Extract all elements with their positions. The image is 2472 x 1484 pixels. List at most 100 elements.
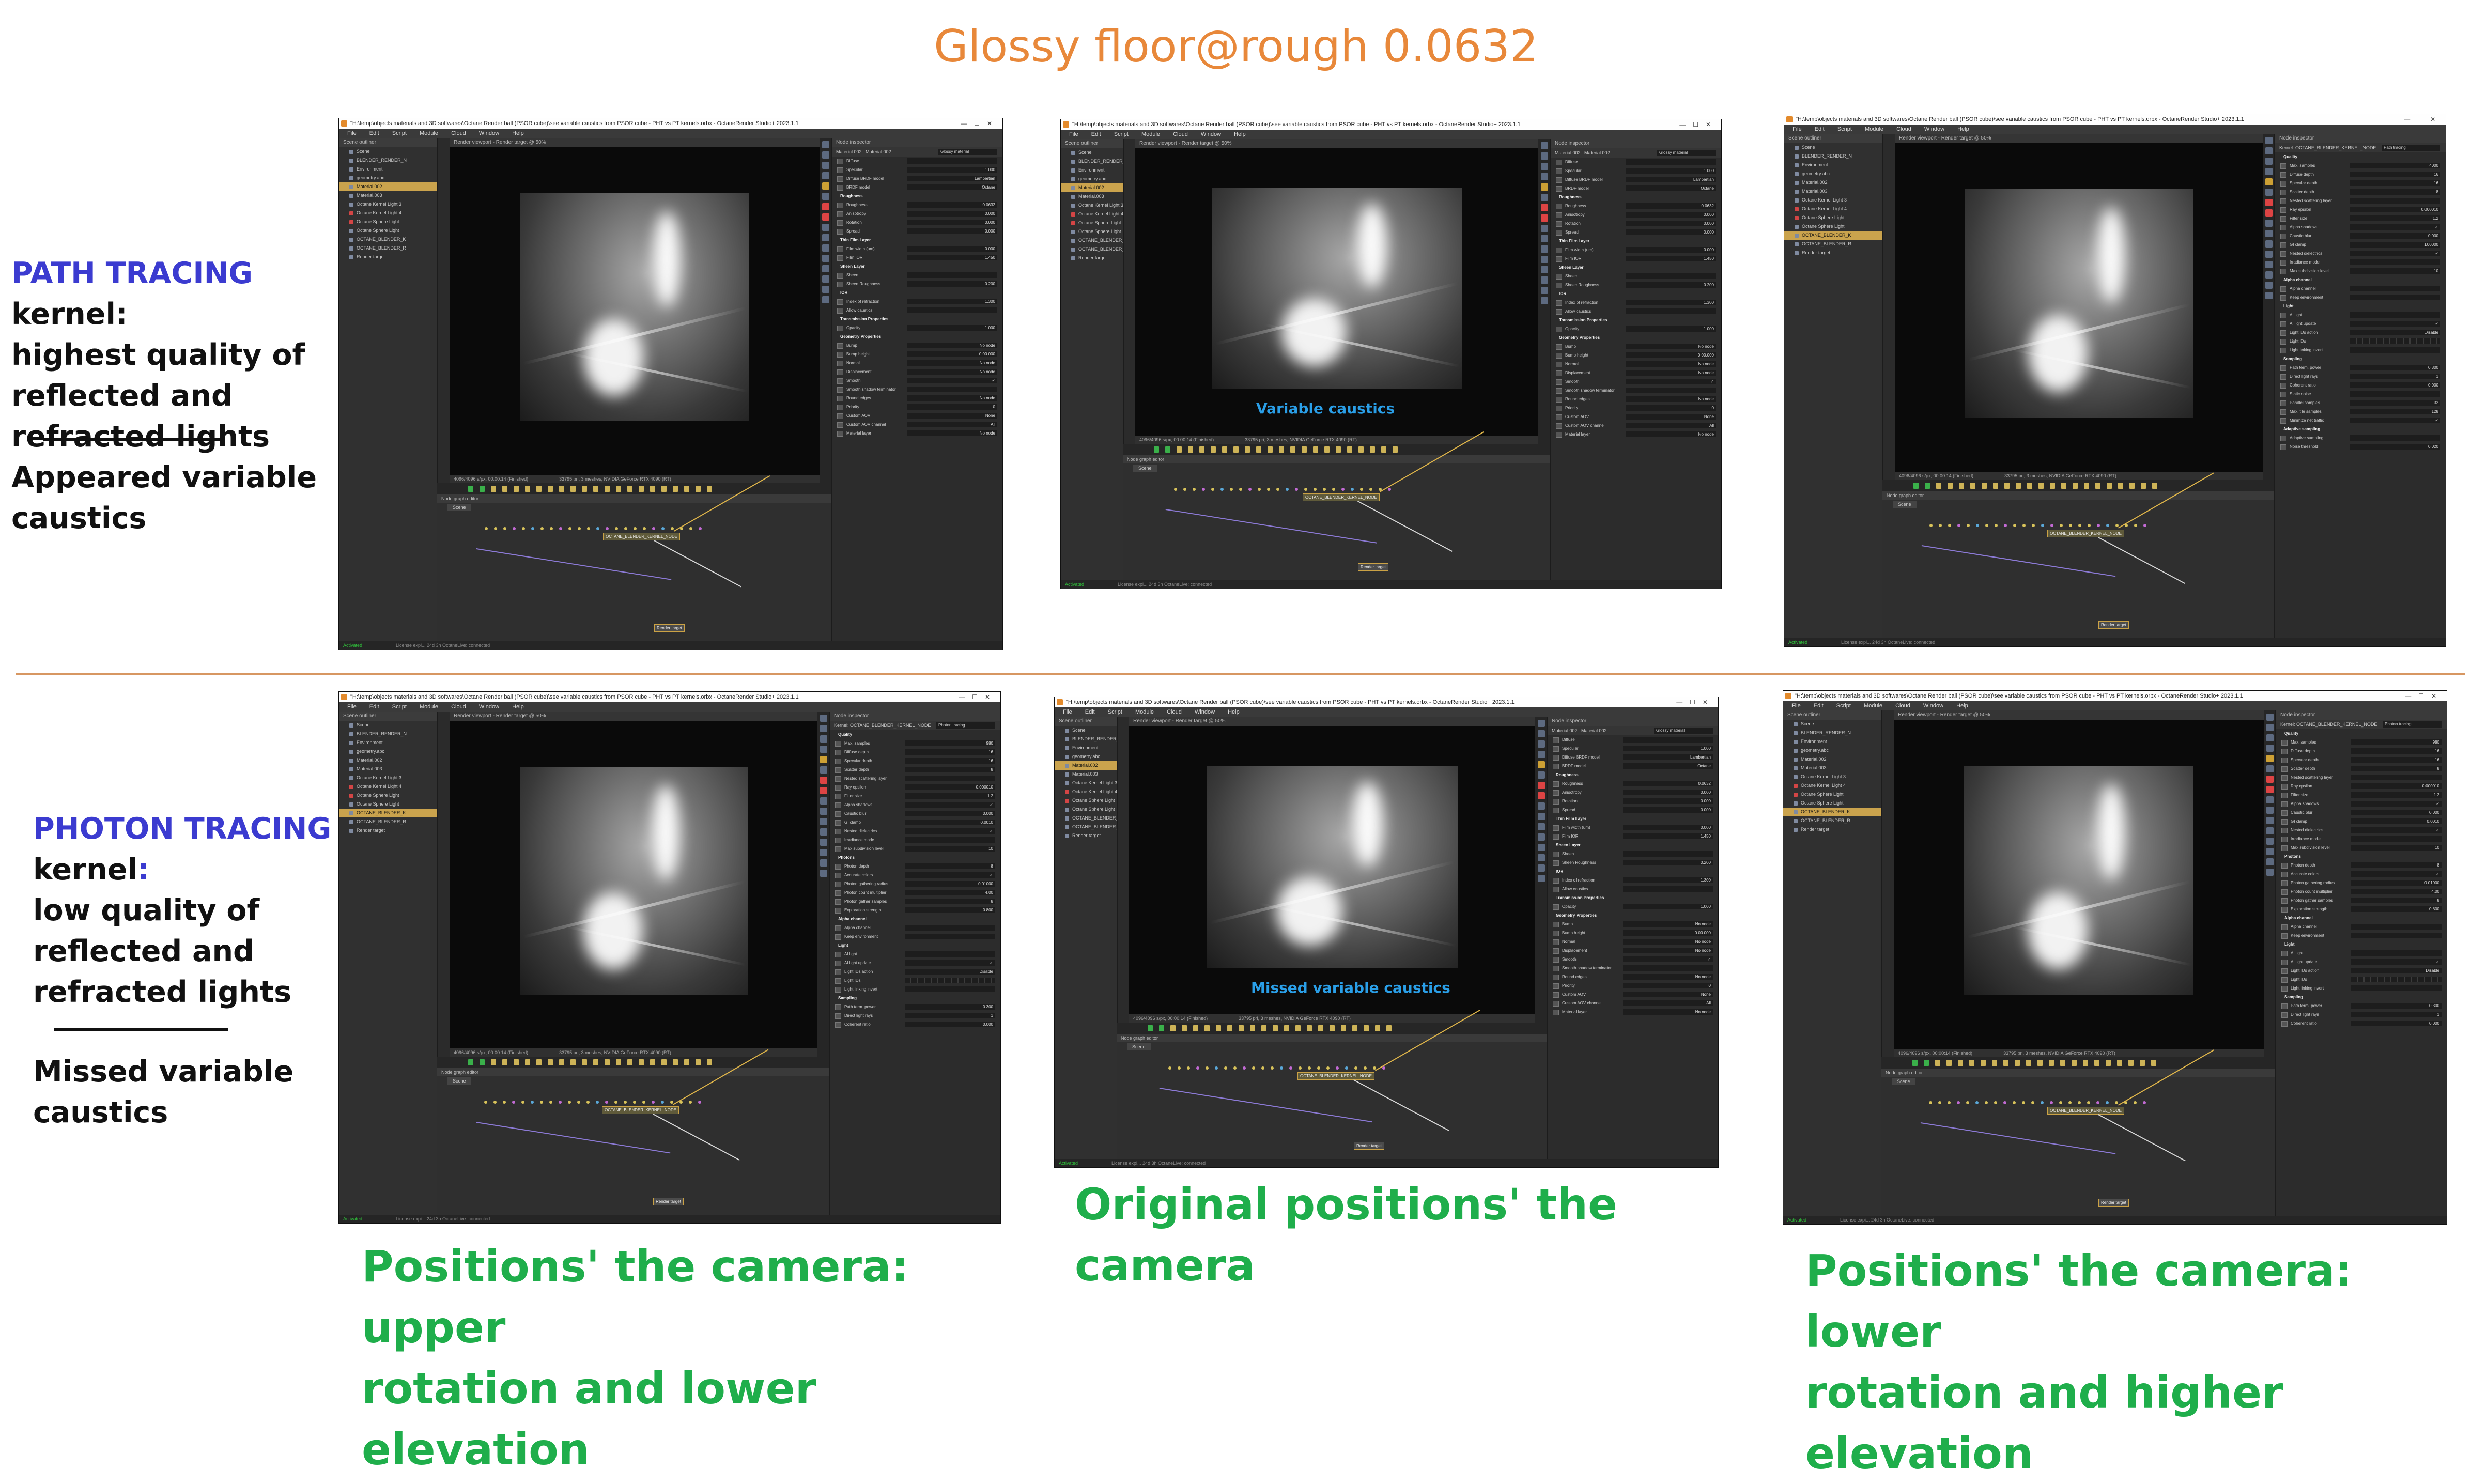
property-value-field[interactable] [1626,388,1716,393]
node-pin[interactable] [1957,1101,1960,1104]
node-pin[interactable] [689,527,692,530]
property-value-field[interactable]: No node [907,430,997,436]
inspector-property-row[interactable]: Spread 0.000 [1551,228,1721,237]
playback-control-icon[interactable] [514,486,519,492]
inspector-property-row[interactable]: Index of refraction 1.300 [1548,876,1718,885]
property-value-field[interactable]: 1 [905,1013,995,1018]
node-pin[interactable] [1286,488,1289,491]
property-value-field[interactable]: ✓ [905,802,995,808]
playback-control-icon[interactable] [616,1059,621,1065]
inspector-property-row[interactable]: Priority 0 [1551,404,1721,412]
inspector-section-header[interactable]: Light [830,941,1000,950]
property-value-field[interactable]: 0.000 [2351,1021,2442,1026]
playback-control-icon[interactable] [502,486,507,492]
playback-control-icon[interactable] [1318,1025,1323,1031]
property-value-field[interactable]: 1.2 [905,793,995,799]
toolbar-icon[interactable] [2266,869,2274,876]
toolbar-icon[interactable] [1538,802,1545,810]
property-value-field[interactable] [2351,977,2442,982]
property-value-field[interactable]: None [1623,992,1713,997]
toolbar-icon[interactable] [1538,875,1545,882]
node-pin[interactable] [568,527,571,530]
playback-control-icon[interactable] [536,1059,542,1065]
toolbar-icon[interactable] [1538,844,1545,851]
playback-control-icon[interactable] [502,1059,507,1065]
playback-control-icon[interactable] [2061,483,2066,489]
playback-control-icon[interactable] [1393,446,1398,453]
inspector-property-row[interactable]: Caustic blur 0.000 [830,809,1000,818]
property-value-field[interactable]: 16 [2351,748,2442,754]
property-value-field[interactable]: 8 [2351,862,2442,868]
property-value-field[interactable]: No node [1626,344,1716,349]
playback-control-icon[interactable] [1912,1060,1918,1066]
property-value-field[interactable]: Lambertian [1626,177,1716,182]
playback-control-icon[interactable] [1233,446,1239,453]
inspector-property-row[interactable]: Nested scattering layer [2275,196,2446,205]
inspector-node-selector[interactable]: Material.002 : Material.002 Glossy materi… [1548,726,1718,735]
inspector-property-row[interactable]: AI light update ✓ [2276,957,2447,966]
playback-control-icon[interactable] [627,486,632,492]
node-pin[interactable] [2004,524,2007,527]
property-value-field[interactable]: Octane [1626,186,1716,191]
toolbar-icon[interactable] [820,797,827,805]
node-pin[interactable] [531,1101,534,1104]
toolbar-icon[interactable] [2265,240,2273,248]
inspector-property-row[interactable]: Priority 0 [832,403,1002,411]
node-inspector[interactable]: Node inspector Kernel: OCTANE_BLENDER_KER… [829,712,1000,1215]
inspector-property-row[interactable]: Normal No node [1551,360,1721,368]
inspector-property-row[interactable]: Specular 1.000 [1548,744,1718,753]
inspector-section-header[interactable]: IOR [1548,867,1718,876]
inspector-property-row[interactable]: Static noise [2275,390,2446,398]
node-pin[interactable] [2013,1101,2016,1104]
playback-control-icon[interactable] [570,1059,576,1065]
property-value-field[interactable]: 0.200 [907,281,997,287]
node-graph-editor[interactable]: Node graph editor Scene OCTANE_BLENDER_KER… [437,475,832,641]
menu-bar[interactable]: File Edit Script Module Cloud Window Hel… [339,129,1002,138]
inspector-property-row[interactable]: Specular depth 16 [2276,755,2447,764]
playback-control-icon[interactable] [1386,1025,1392,1031]
property-value-field[interactable]: 0.000 [1626,229,1716,235]
playback-control-icon[interactable] [1256,446,1261,453]
toolbar-icon[interactable] [822,265,829,272]
outliner-item[interactable]: Scene [339,721,437,730]
toolbar-icon[interactable] [2266,848,2274,855]
node-pin[interactable] [2087,1101,2090,1104]
property-value-field[interactable]: Octane [907,184,997,190]
outliner-item[interactable]: BLENDER_RENDER_N [1061,157,1123,166]
render-target-node[interactable]: Render target [1354,1142,1384,1150]
inspector-property-row[interactable]: Filter size 1.2 [2276,791,2447,799]
playback-control-icon[interactable] [2060,1060,2065,1066]
node-pin[interactable] [549,1101,552,1104]
render-viewport[interactable]: Render viewport - Render target @ 50% 409… [1895,134,2263,480]
inspector-section-header[interactable]: Sheen Layer [1551,263,1721,272]
toolbar-icon[interactable] [820,849,827,856]
node-inspector[interactable]: Node inspector Material.002 : Material.00… [1550,139,1721,580]
node-pin[interactable] [512,1101,515,1104]
node-graph-tab-scene[interactable]: Scene [447,1077,471,1085]
property-value-field[interactable]: 0.000 [905,1022,995,1027]
property-value-field[interactable] [1626,308,1716,314]
inspector-property-row[interactable]: Roughness 0.0632 [1551,202,1721,210]
property-value-field[interactable]: 1 [2351,1012,2442,1017]
property-value-field[interactable] [905,978,995,983]
playback-bar[interactable] [1881,1057,2276,1069]
outliner-item[interactable]: BLENDER_RENDER_N [339,730,437,738]
toolbar-icon[interactable] [2265,137,2273,144]
inspector-property-row[interactable]: Direct light rays 1 [830,1011,1000,1020]
playback-control-icon[interactable] [1295,1025,1301,1031]
node-pin[interactable] [624,527,627,530]
property-value-field[interactable]: 0.000 [2350,233,2440,239]
inspector-property-row[interactable]: Photon gathering radius 0.01000 [830,879,1000,888]
inspector-property-row[interactable]: Ray epsilon 0.000010 [2275,205,2446,214]
toolbar-icon[interactable] [1541,214,1548,222]
inspector-property-row[interactable]: Specular 1.000 [832,165,1002,174]
menu-bar[interactable]: File Edit Script Module Cloud Window Hel… [339,702,1000,712]
node-pin[interactable] [2041,1101,2044,1104]
inspector-property-row[interactable]: AI light update ✓ [2275,319,2446,328]
inspector-property-row[interactable]: Light IDs [830,976,1000,985]
playback-control-icon[interactable] [1375,1025,1380,1031]
inspector-property-row[interactable]: AI light [2276,949,2447,957]
property-value-field[interactable] [905,986,995,992]
toolbar-icon[interactable] [1541,194,1548,201]
outliner-item[interactable]: BLENDER_RENDER_N [339,156,437,165]
